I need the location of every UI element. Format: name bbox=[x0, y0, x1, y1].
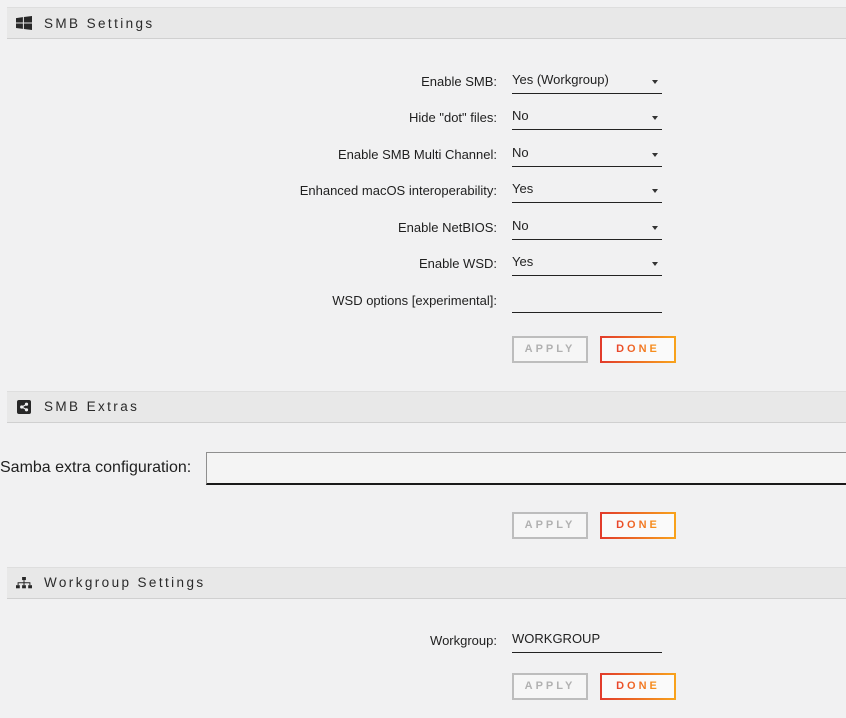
field-label: WSD options [experimental]: bbox=[0, 293, 497, 308]
chevron-down-icon bbox=[652, 153, 658, 157]
done-button[interactable]: DONE bbox=[600, 512, 676, 539]
section-title: Workgroup Settings bbox=[44, 575, 206, 590]
select-value: No bbox=[512, 108, 529, 123]
apply-button[interactable]: APPLY bbox=[512, 336, 588, 363]
workgroup-settings-header: Workgroup Settings bbox=[7, 567, 846, 599]
form-row: WSD options [experimental]: bbox=[0, 282, 846, 319]
select-value: No bbox=[512, 145, 529, 160]
smb-multi-channel-select[interactable]: No bbox=[512, 142, 662, 167]
field-label: Enhanced macOS interoperability: bbox=[0, 183, 497, 198]
apply-button[interactable]: APPLY bbox=[512, 673, 588, 700]
field-label: Enable SMB Multi Channel: bbox=[0, 147, 497, 162]
select-value: Yes (Workgroup) bbox=[512, 72, 609, 87]
sitemap-icon bbox=[15, 577, 32, 589]
field-label: Workgroup: bbox=[0, 633, 497, 648]
workgroup-settings-section: Workgroup Settings Workgroup: APPLY DONE bbox=[0, 567, 846, 700]
smb-extras-section: SMB Extras Samba extra configuration: AP… bbox=[0, 391, 846, 539]
field-label: Enable NetBIOS: bbox=[0, 220, 497, 235]
form-row: Enable SMB: Yes (Workgroup) bbox=[0, 63, 846, 100]
form-row: Enable SMB Multi Channel: No bbox=[0, 136, 846, 173]
select-value: Yes bbox=[512, 254, 533, 269]
chevron-down-icon bbox=[652, 262, 658, 266]
enable-smb-select[interactable]: Yes (Workgroup) bbox=[512, 69, 662, 94]
macos-interoperability-select[interactable]: Yes bbox=[512, 178, 662, 203]
smb-extras-header: SMB Extras bbox=[7, 391, 846, 423]
chevron-down-icon bbox=[652, 226, 658, 230]
form-row: Enable WSD: Yes bbox=[0, 246, 846, 283]
form-row: Enhanced macOS interoperability: Yes bbox=[0, 173, 846, 210]
windows-icon bbox=[15, 16, 32, 30]
form-row: Samba extra configuration: bbox=[0, 452, 846, 485]
field-label: Samba extra configuration: bbox=[0, 459, 191, 477]
done-button-label: DONE bbox=[616, 680, 660, 692]
apply-button-label: APPLY bbox=[525, 343, 576, 355]
samba-extra-config-textarea[interactable] bbox=[206, 452, 846, 485]
apply-button-label: APPLY bbox=[525, 519, 576, 531]
done-button-label: DONE bbox=[616, 519, 660, 531]
smb-settings-section: SMB Settings Enable SMB: Yes (Workgroup)… bbox=[0, 7, 846, 363]
section-title: SMB Settings bbox=[44, 16, 155, 31]
form-row: Hide "dot" files: No bbox=[0, 100, 846, 137]
wsd-options-input[interactable] bbox=[512, 288, 662, 313]
select-value: No bbox=[512, 218, 529, 233]
chevron-down-icon bbox=[652, 189, 658, 193]
field-label: Hide "dot" files: bbox=[0, 110, 497, 125]
field-label: Enable SMB: bbox=[0, 74, 497, 89]
apply-button[interactable]: APPLY bbox=[512, 512, 588, 539]
done-button[interactable]: DONE bbox=[600, 336, 676, 363]
share-alt-square-icon bbox=[15, 400, 32, 414]
field-label: Enable WSD: bbox=[0, 256, 497, 271]
workgroup-input[interactable] bbox=[512, 628, 662, 653]
netbios-select[interactable]: No bbox=[512, 215, 662, 240]
chevron-down-icon bbox=[652, 116, 658, 120]
form-row: Workgroup: bbox=[0, 623, 846, 659]
hide-dot-files-select[interactable]: No bbox=[512, 105, 662, 130]
smb-settings-header: SMB Settings bbox=[7, 7, 846, 39]
done-button[interactable]: DONE bbox=[600, 673, 676, 700]
form-row: Enable NetBIOS: No bbox=[0, 209, 846, 246]
wsd-select[interactable]: Yes bbox=[512, 251, 662, 276]
done-button-label: DONE bbox=[616, 343, 660, 355]
select-value: Yes bbox=[512, 181, 533, 196]
section-title: SMB Extras bbox=[44, 399, 139, 414]
apply-button-label: APPLY bbox=[525, 680, 576, 692]
chevron-down-icon bbox=[652, 80, 658, 84]
